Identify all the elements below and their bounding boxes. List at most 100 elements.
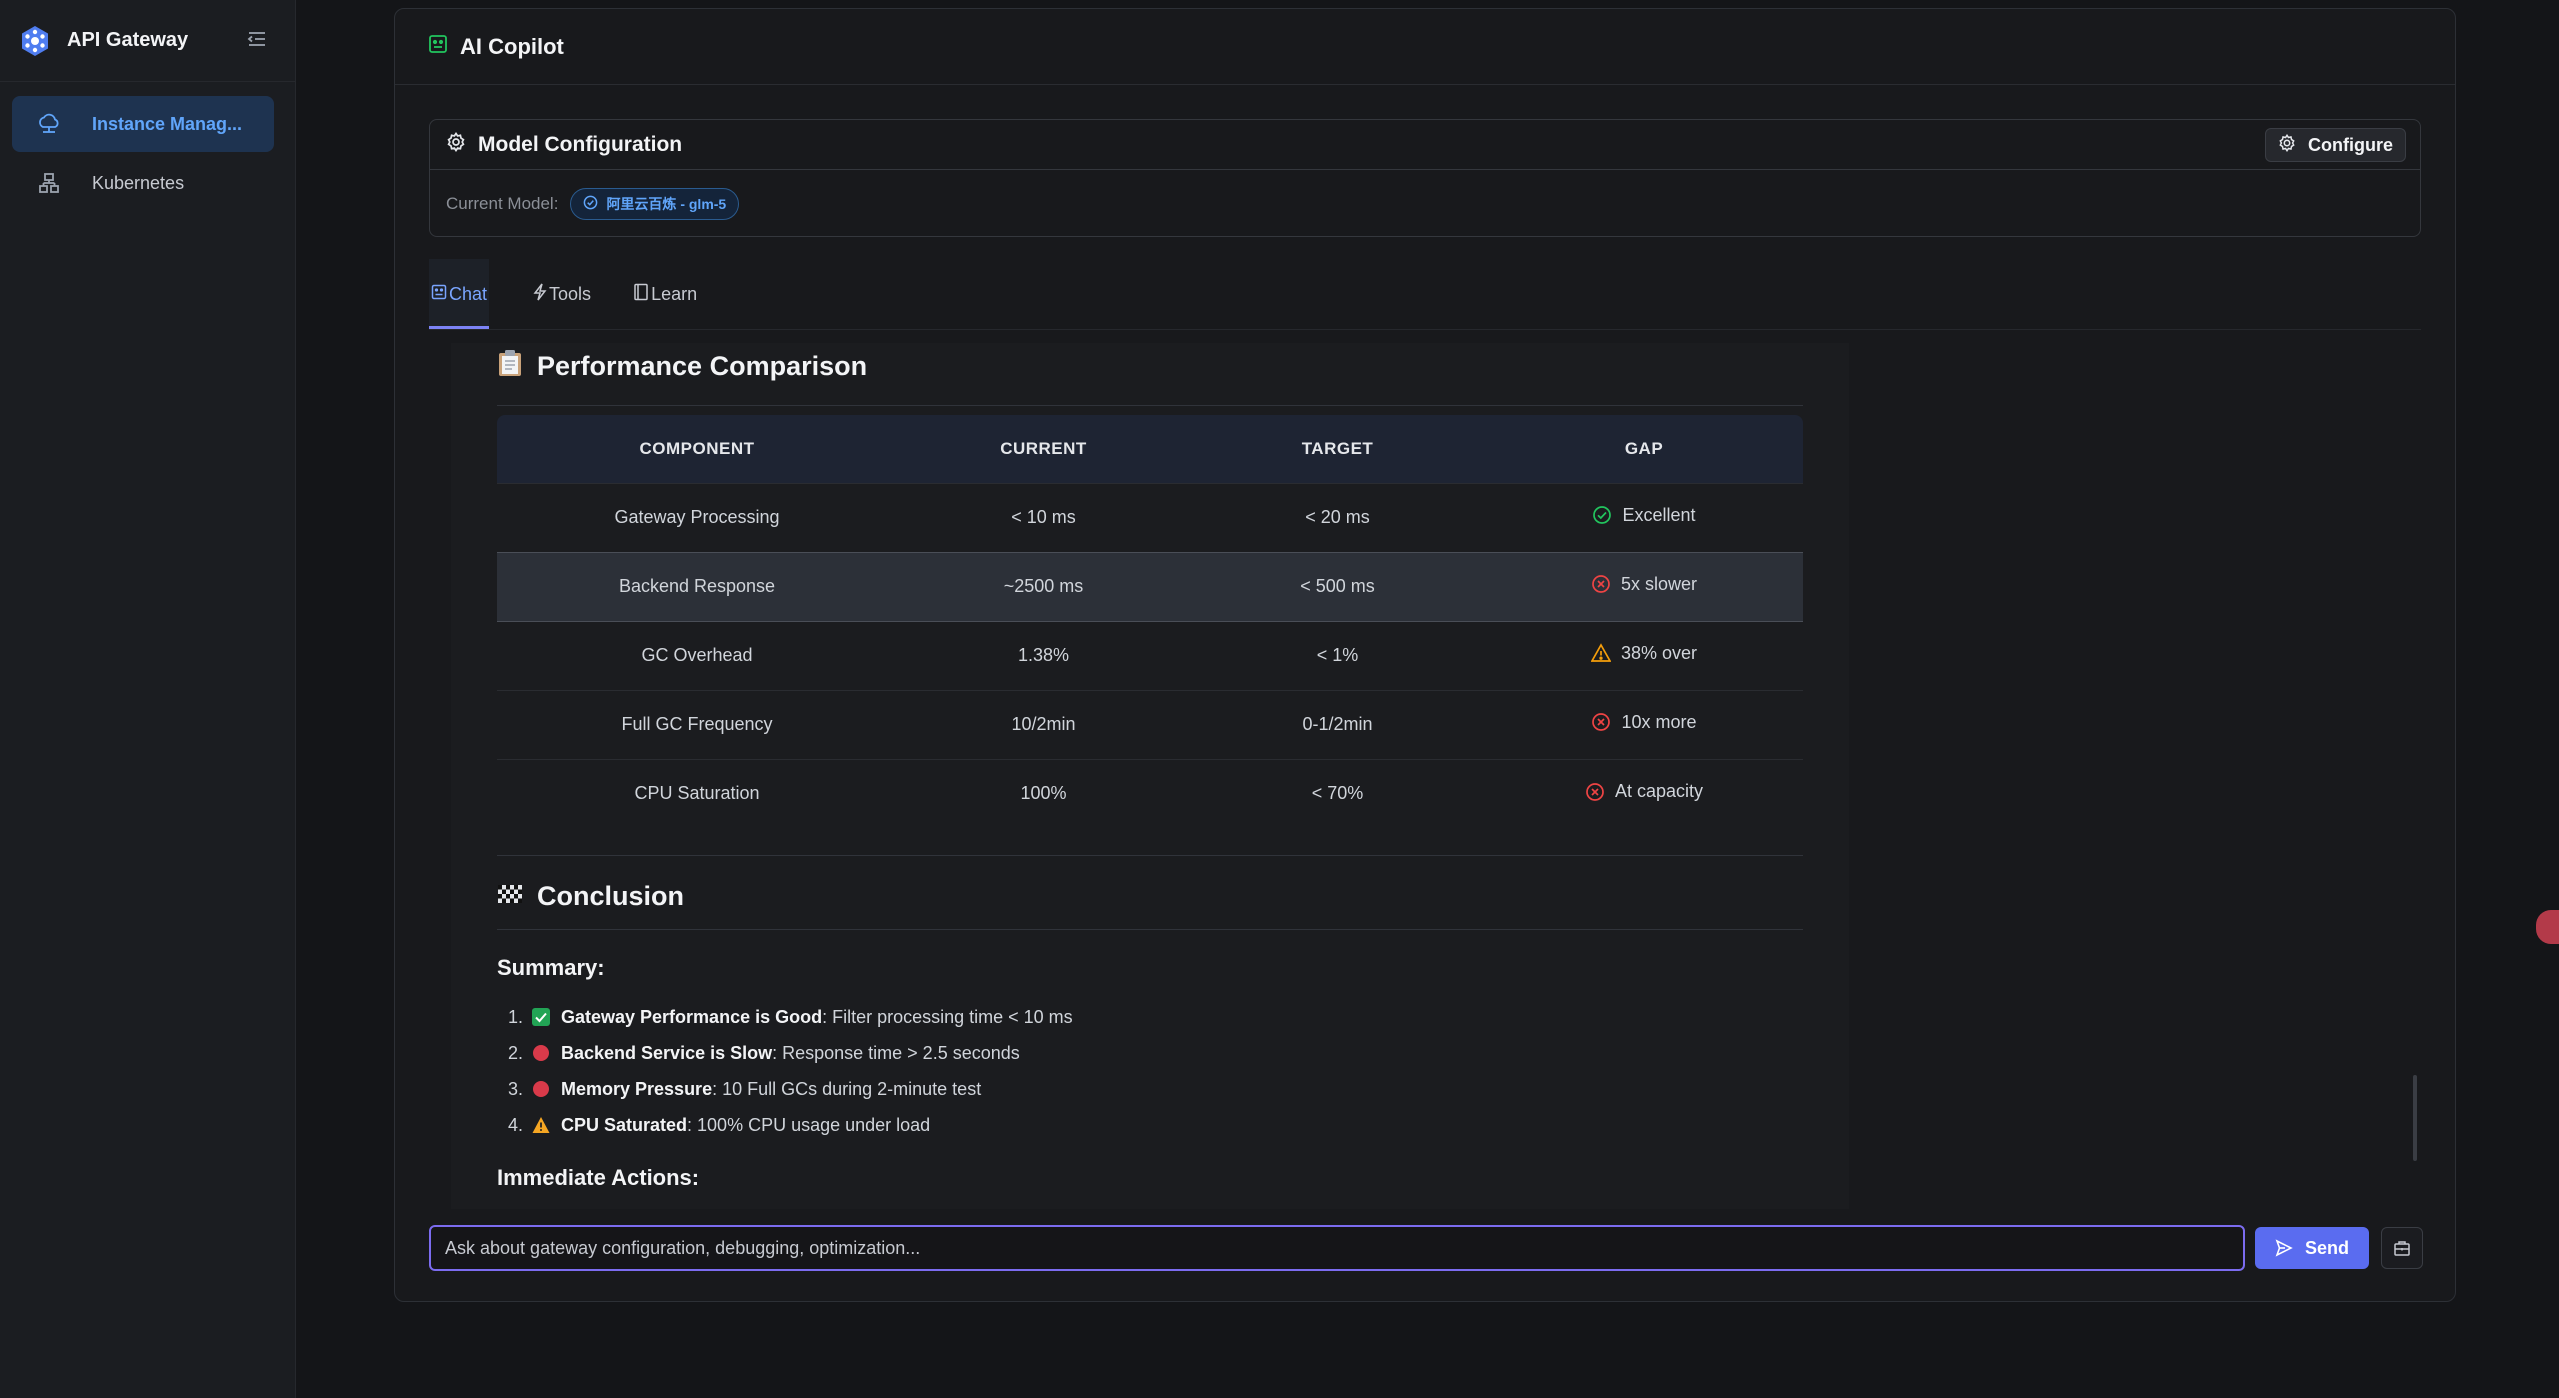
warning-icon xyxy=(1590,643,1611,663)
gear-icon xyxy=(2278,133,2296,157)
item-bold-text: CPU Saturated xyxy=(561,1114,688,1135)
current-cell: < 10 ms xyxy=(897,482,1190,552)
clipboard-icon xyxy=(497,349,523,384)
tab-label: Learn xyxy=(651,283,698,304)
cloud-network-icon xyxy=(36,111,62,137)
conclusion-heading: Conclusion xyxy=(497,881,684,912)
table-header-row: COMPONENT CURRENT TARGET GAP xyxy=(497,415,1803,483)
check-circle-icon xyxy=(1593,506,1612,525)
component-cell: Backend Response xyxy=(497,551,897,622)
warning-icon xyxy=(531,1115,551,1135)
component-cell: Gateway Processing xyxy=(497,482,897,552)
gap-value: 10x more xyxy=(1621,711,1697,732)
gap-value: At capacity xyxy=(1614,781,1704,801)
panel-title: AI Copilot xyxy=(460,33,564,59)
current-cell: 1.38% xyxy=(897,620,1190,690)
list-number: 1. xyxy=(507,1006,523,1027)
floating-action-button[interactable] xyxy=(2536,910,2559,944)
send-icon xyxy=(2275,1239,2293,1257)
tab-learn[interactable]: Learn xyxy=(633,259,697,329)
item-text: : 10 Full GCs during 2-minute test xyxy=(712,1078,982,1099)
column-header: GAP xyxy=(1485,415,1803,483)
tabs-divider xyxy=(429,329,2421,330)
list-number: 2. xyxy=(507,1042,523,1063)
chat-message-area[interactable]: Performance Comparison COMPONENT CURRENT… xyxy=(451,343,1849,1209)
list-number: 3. xyxy=(507,1078,523,1099)
sidebar-item-instance-management[interactable]: Instance Manag... xyxy=(12,96,274,152)
sidebar: API Gateway Instance Manag... Kubernetes xyxy=(0,0,296,1398)
gap-cell: 38% over xyxy=(1485,620,1803,690)
target-cell: 0-1/2min xyxy=(1190,689,1485,759)
red-circle-icon xyxy=(531,1043,551,1063)
component-cell: CPU Saturation xyxy=(497,758,897,828)
target-cell: < 1% xyxy=(1190,620,1485,690)
performance-table: COMPONENT CURRENT TARGET GAP Gateway Pro… xyxy=(497,415,1803,828)
red-circle-icon xyxy=(531,1079,551,1099)
list-item: 3. Memory Pressure: 10 Full GCs during 2… xyxy=(497,1071,1803,1107)
column-header: COMPONENT xyxy=(497,415,897,483)
sidebar-item-kubernetes[interactable]: Kubernetes xyxy=(12,155,274,211)
current-cell: 100% xyxy=(897,758,1190,828)
tab-label: Chat xyxy=(449,283,488,304)
list-item: 1. Gateway Performance is Good: Filter p… xyxy=(497,999,1803,1035)
current-model-value: 阿里云百炼 - glm-5 xyxy=(606,195,727,212)
toolbox-icon xyxy=(2394,1241,2410,1256)
gap-value: 5x slower xyxy=(1620,573,1698,594)
current-cell: 10/2min xyxy=(897,689,1190,759)
check-mark-icon xyxy=(531,1007,551,1027)
chat-input-row: Send xyxy=(429,1225,2429,1271)
divider xyxy=(497,929,1803,930)
lightning-icon xyxy=(533,283,549,306)
configure-button-label: Configure xyxy=(2308,134,2393,155)
item-text: : 100% CPU usage under load xyxy=(687,1114,931,1135)
robot-icon xyxy=(428,34,448,59)
gap-value: Excellent xyxy=(1622,504,1696,525)
check-circle-icon xyxy=(583,195,598,213)
table-row: CPU Saturation 100% < 70% At capacity xyxy=(497,758,1803,828)
item-text: : Response time > 2.5 seconds xyxy=(772,1042,1020,1063)
component-cell: GC Overhead xyxy=(497,620,897,690)
model-card-header: Model Configuration Configure xyxy=(430,120,2420,170)
book-icon xyxy=(633,283,651,306)
x-circle-icon xyxy=(1592,713,1611,732)
collapse-sidebar-icon[interactable] xyxy=(246,28,270,52)
chat-input[interactable] xyxy=(429,1225,2245,1271)
model-configuration-card: Model Configuration Configure Current Mo… xyxy=(429,119,2421,237)
app-name: API Gateway xyxy=(67,29,189,51)
column-header: TARGET xyxy=(1190,415,1485,483)
tab-label: Tools xyxy=(549,283,592,304)
performance-heading: Performance Comparison xyxy=(497,349,867,384)
immediate-actions-heading: Immediate Actions: xyxy=(497,1165,700,1190)
target-cell: < 70% xyxy=(1190,758,1485,828)
table-row: Gateway Processing < 10 ms < 20 ms Excel… xyxy=(497,482,1803,552)
gap-cell: 10x more xyxy=(1485,689,1803,759)
settings-gear-icon xyxy=(446,131,466,157)
gap-cell: 5x slower xyxy=(1485,551,1803,622)
current-model-tag: 阿里云百炼 - glm-5 xyxy=(570,187,740,220)
chat-scrollbar[interactable] xyxy=(2413,1075,2417,1161)
item-bold-text: Gateway Performance is Good xyxy=(561,1006,823,1027)
list-item: 4. CPU Saturated: 100% CPU usage under l… xyxy=(497,1107,1803,1143)
list-item: 2. Backend Service is Slow: Response tim… xyxy=(497,1035,1803,1071)
column-header: CURRENT xyxy=(897,415,1190,483)
send-button[interactable]: Send xyxy=(2255,1227,2369,1269)
sidebar-item-label: Kubernetes xyxy=(92,172,185,193)
tab-tools[interactable]: Tools xyxy=(533,259,591,329)
ai-copilot-panel: AI Copilot Model Configuration Configure xyxy=(394,8,2456,1302)
tab-chat[interactable]: Chat xyxy=(429,259,490,329)
gap-value: 38% over xyxy=(1620,642,1698,663)
divider xyxy=(497,855,1803,856)
checkered-flag-icon xyxy=(497,881,523,912)
brand: API Gateway xyxy=(0,0,296,82)
summary-heading: Summary: xyxy=(497,955,605,980)
current-model-label: Current Model: xyxy=(446,193,559,213)
target-cell: < 20 ms xyxy=(1190,482,1485,552)
gateway-logo-icon xyxy=(18,24,52,58)
copilot-tabs: Chat Tools Learn xyxy=(429,259,697,329)
toolbox-button[interactable] xyxy=(2381,1227,2423,1269)
list-number: 4. xyxy=(507,1114,523,1135)
item-bold-text: Backend Service is Slow xyxy=(561,1042,773,1063)
item-bold-text: Memory Pressure xyxy=(561,1078,713,1099)
current-cell: ~2500 ms xyxy=(897,551,1190,622)
configure-button[interactable]: Configure xyxy=(2265,128,2406,162)
